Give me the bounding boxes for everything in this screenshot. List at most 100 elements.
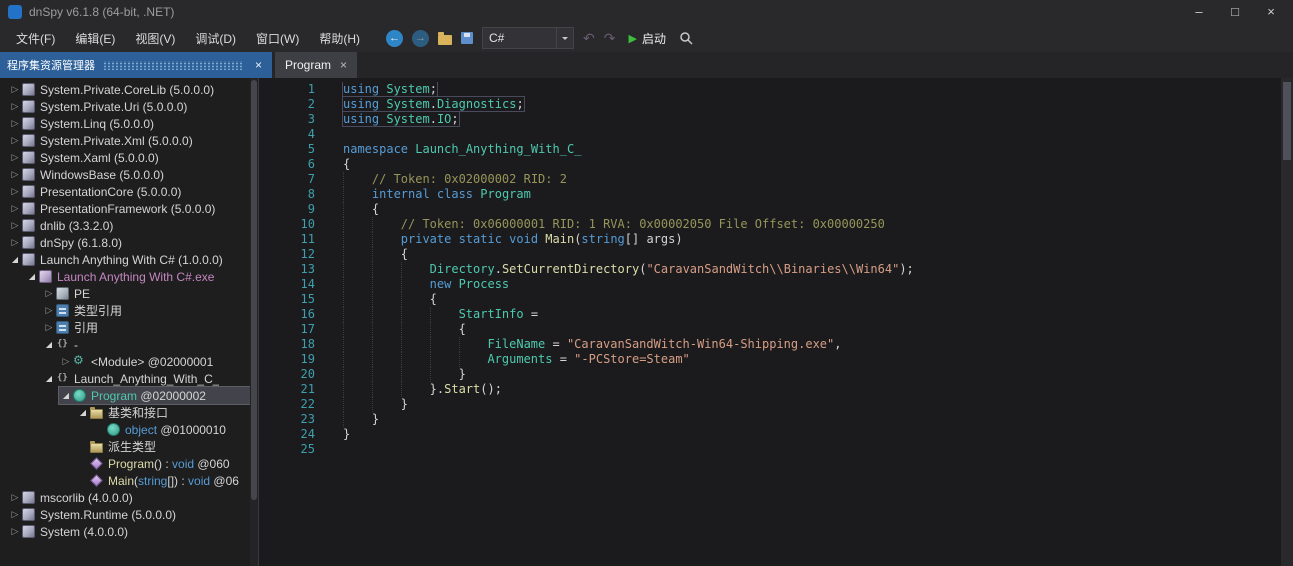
tree-expander[interactable]: ▷ [42, 285, 56, 302]
tree-item[interactable]: object @01000010 [93, 421, 258, 438]
tree-expander[interactable]: ▷ [59, 353, 73, 370]
search-icon[interactable] [679, 31, 693, 45]
undo-button[interactable]: ↶ [583, 31, 595, 45]
tree-item-label: System.Private.Xml (5.0.0.0) [40, 134, 193, 148]
assembly-explorer-header[interactable]: 程序集资源管理器 × [0, 52, 272, 78]
band: 程序集资源管理器 × Program × [0, 52, 1293, 78]
code-editor[interactable]: 1234567891011121314151617181920212223242… [259, 78, 1293, 566]
tree-item[interactable]: ▷ System.Private.Xml (5.0.0.0) [8, 132, 258, 149]
navigate-back-button[interactable]: ← [386, 30, 403, 47]
tree-scrollbar[interactable] [250, 78, 258, 566]
close-button[interactable]: × [1253, 1, 1289, 23]
tree-expander[interactable]: ▷ [8, 81, 22, 98]
tree-expander[interactable]: ◢ [8, 251, 22, 268]
tree-item-label: Launch Anything With C# (1.0.0.0) [40, 253, 223, 267]
menu-item[interactable]: 帮助(H) [309, 26, 370, 51]
tree-item[interactable]: ▷PE [42, 285, 258, 302]
menu-item[interactable]: 视图(V) [125, 26, 185, 51]
tree-expander[interactable]: ▷ [8, 132, 22, 149]
open-file-icon[interactable] [438, 35, 452, 45]
redo-button[interactable]: ↷ [604, 31, 616, 45]
class-icon [107, 423, 120, 436]
tree-item[interactable]: ▷<Module> @02000001 [59, 353, 258, 370]
tree-expander[interactable]: ▷ [8, 183, 22, 200]
tree-expander[interactable]: ▷ [8, 523, 22, 540]
tree-scrollbar-thumb[interactable] [251, 80, 257, 500]
tree-expander[interactable]: ▷ [8, 489, 22, 506]
tree-item[interactable]: ▷System.Private.CoreLib (5.0.0.0) [8, 81, 258, 98]
tree-item[interactable]: ▷类型引用 [42, 302, 258, 319]
tree-expander[interactable]: ▷ [8, 166, 22, 183]
tree-item[interactable]: ▷System.Private.Uri (5.0.0.0) [8, 98, 258, 115]
tree-item[interactable]: ▷引用 [42, 319, 258, 336]
code-line: using System; [343, 82, 1293, 97]
class-icon [73, 389, 86, 402]
tab-close-icon[interactable]: × [340, 58, 347, 72]
tree-expander[interactable]: ▷ [8, 98, 22, 115]
tree-item-label: System.Linq (5.0.0.0) [40, 117, 154, 131]
tree-item[interactable]: ▷PresentationFramework (5.0.0.0) [8, 200, 258, 217]
start-debugging-button[interactable]: ▶ 启动 [624, 30, 669, 47]
tree-expander[interactable]: ▷ [8, 200, 22, 217]
tree-item[interactable]: ◢Launch Anything With C#.exe [25, 268, 258, 285]
line-number: 6 [259, 157, 315, 172]
tree-item[interactable]: 派生类型 [76, 438, 258, 455]
tree-item[interactable]: ▷WindowsBase (5.0.0.0) [8, 166, 258, 183]
editor-scrollbar-thumb[interactable] [1283, 82, 1291, 160]
tree-expander[interactable]: ▷ [8, 149, 22, 166]
tab-program[interactable]: Program × [275, 52, 357, 78]
line-number: 7 [259, 172, 315, 187]
line-number: 10 [259, 217, 315, 232]
menu-item[interactable]: 文件(F) [6, 26, 65, 51]
tree-item-label: System.Runtime (5.0.0.0) [40, 508, 176, 522]
tree-item[interactable]: ▷PresentationCore (5.0.0.0) [8, 183, 258, 200]
tree-item[interactable]: ◢Launch_Anything_With_C_ [42, 370, 258, 387]
tree-expander[interactable]: ▷ [8, 234, 22, 251]
line-number-gutter: 1234567891011121314151617181920212223242… [259, 82, 329, 566]
menu-item[interactable]: 编辑(E) [65, 26, 125, 51]
main-content: ▷System.Private.CoreLib (5.0.0.0)▷System… [0, 78, 1293, 566]
assembly-icon [22, 202, 35, 215]
tree-expander[interactable]: ◢ [42, 336, 56, 353]
tree-expander[interactable]: ◢ [59, 387, 73, 404]
tree-expander[interactable]: ▷ [8, 115, 22, 132]
tree-item[interactable]: ◢ Launch Anything With C# (1.0.0.0) [8, 251, 258, 268]
code-line: } [343, 427, 1293, 442]
tree-item[interactable]: ◢- [42, 336, 258, 353]
tree-expander[interactable]: ◢ [25, 268, 39, 285]
assembly-icon [22, 117, 35, 130]
tree-item[interactable]: ◢Program @02000002 [59, 387, 258, 404]
menu-item[interactable]: 调试(D) [185, 26, 246, 51]
tree-item[interactable]: ▷System (4.0.0.0) [8, 523, 258, 540]
tree-expander[interactable]: ◢ [42, 370, 56, 387]
line-number: 5 [259, 142, 315, 157]
tree-item[interactable]: ▷ System.Runtime (5.0.0.0) [8, 506, 258, 523]
navigate-forward-button[interactable]: → [412, 30, 429, 47]
tree-expander[interactable]: ▷ [42, 319, 56, 336]
chevron-down-icon[interactable] [556, 28, 573, 48]
tree-expander[interactable]: ▷ [8, 217, 22, 234]
code-content[interactable]: using System;using System.Diagnostics;us… [329, 82, 1293, 566]
tree-expander[interactable]: ▷ [8, 506, 22, 523]
tree-expander[interactable]: ▷ [42, 302, 56, 319]
save-module-icon[interactable] [461, 32, 473, 44]
tree-item[interactable]: Main(string[]) : void @06 [76, 472, 258, 489]
editor-scrollbar[interactable] [1281, 78, 1293, 566]
tree-item[interactable]: ◢基类和接口 [76, 404, 258, 421]
language-selector[interactable]: C# [482, 27, 574, 49]
tree-item[interactable]: ▷mscorlib (4.0.0.0) [8, 489, 258, 506]
code-line: { [343, 157, 1293, 172]
maximize-button[interactable]: □ [1217, 1, 1253, 23]
close-panel-button[interactable]: × [252, 58, 265, 72]
tree-item[interactable]: ▷System.Xaml (5.0.0.0) [8, 149, 258, 166]
tree-item[interactable]: Program() : void @060 [76, 455, 258, 472]
minimize-button[interactable]: – [1181, 1, 1217, 23]
menu-item[interactable]: 窗口(W) [246, 26, 309, 51]
tree-item-label: 派生类型 [108, 438, 156, 455]
tree-expander[interactable]: ◢ [76, 404, 90, 421]
tree-item[interactable]: ▷ System.Linq (5.0.0.0) [8, 115, 258, 132]
line-number: 3 [259, 112, 315, 127]
tree-item[interactable]: ▷dnlib (3.3.2.0) [8, 217, 258, 234]
tree-item[interactable]: ▷dnSpy (6.1.8.0) [8, 234, 258, 251]
code-line: { [343, 322, 1293, 337]
